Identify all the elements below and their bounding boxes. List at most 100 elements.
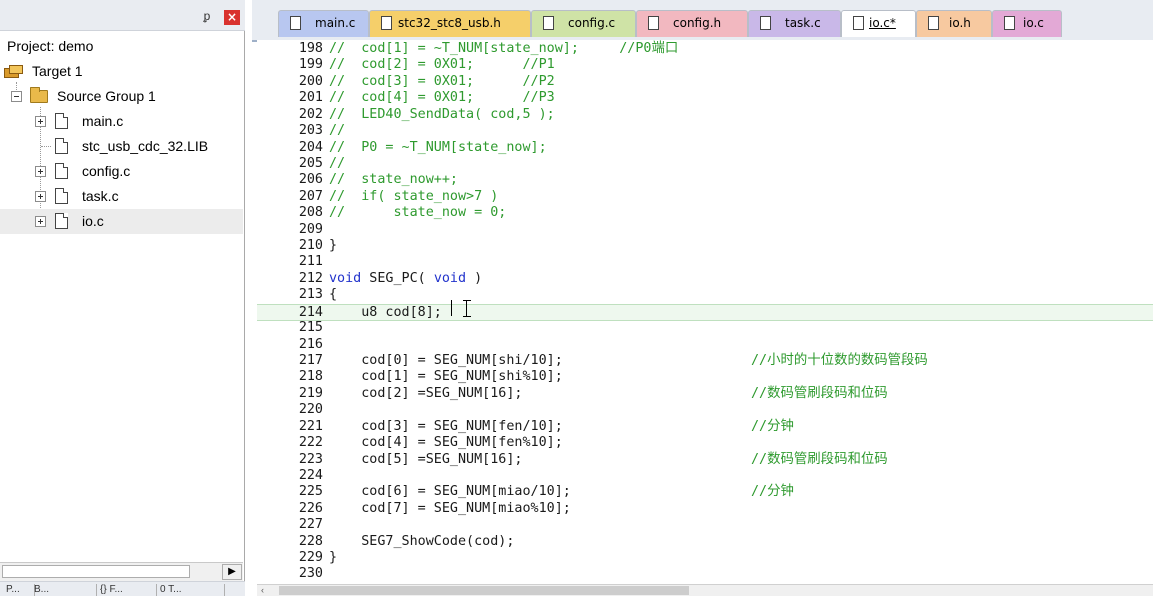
line-number: 228 <box>298 533 323 549</box>
code-text: u8 cod[8]; <box>329 304 442 320</box>
file-icon <box>55 138 68 154</box>
editor-scrollbar[interactable]: ‹ <box>257 584 1153 596</box>
code-line[interactable]: 223 cod[5] =SEG_NUM[16]; //数码管刷段码和位码 <box>257 452 1153 468</box>
code-text: // P0 = ~T_NUM[state_now]; <box>329 139 547 155</box>
tab-main-c[interactable]: main.c <box>278 10 369 37</box>
panel-tab-functions[interactable]: {} F... <box>96 584 157 596</box>
scrollbar-thumb[interactable] <box>2 565 190 578</box>
line-number: 198 <box>298 41 323 56</box>
tree-item-source-group[interactable]: Source Group 1 <box>0 84 243 109</box>
code-line[interactable]: 209 <box>257 222 1153 238</box>
code-line[interactable]: 224 <box>257 468 1153 484</box>
expand-icon[interactable] <box>35 166 46 177</box>
code-text: // cod[1] = ~T_NUM[state_now]; //P0端口 <box>329 41 679 56</box>
code-line[interactable]: 227 <box>257 517 1153 533</box>
file-icon <box>1004 16 1015 30</box>
editor-left-edge <box>245 0 257 595</box>
close-panel-button[interactable]: × <box>224 10 240 25</box>
code-line[interactable]: 221 cod[3] = SEG_NUM[fen/10]; //分钟 <box>257 419 1153 435</box>
code-line[interactable]: 206 // state_now++; <box>257 172 1153 188</box>
tab-io-h[interactable]: io.h <box>916 10 992 37</box>
scroll-left-arrow-icon[interactable]: ‹ <box>261 585 273 596</box>
panel-tab-templates[interactable]: 0 T... <box>156 584 225 596</box>
tab-config-h[interactable]: config.h <box>636 10 748 37</box>
code-line[interactable]: 219 cod[2] =SEG_NUM[16]; //数码管刷段码和位码 <box>257 386 1153 402</box>
tab-io-c-modified[interactable]: io.c* <box>841 10 916 37</box>
tree-item-file[interactable]: stc_usb_cdc_32.LIB <box>0 134 243 159</box>
code-line[interactable]: 226 cod[7] = SEG_NUM[miao%10]; <box>257 501 1153 517</box>
code-text: // state_now = 0; <box>329 205 507 221</box>
tree-item-file[interactable]: io.c <box>0 209 243 234</box>
file-icon <box>381 16 392 30</box>
code-line[interactable]: 198 // cod[1] = ~T_NUM[state_now]; //P0端口 <box>257 41 1153 57</box>
pin-icon[interactable]: ᵱ <box>201 10 213 22</box>
tree-item-file[interactable]: config.c <box>0 159 243 184</box>
code-text: cod[5] =SEG_NUM[16]; <box>329 451 523 467</box>
tab-label: config.c <box>568 16 616 30</box>
code-text: // cod[2] = 0X01; //P1 <box>329 57 555 73</box>
code-editor[interactable]: 198 // cod[1] = ~T_NUM[state_now]; //P0端口… <box>257 40 1153 584</box>
code-line[interactable]: 202 // LED40_SendData( cod,5 ); <box>257 107 1153 123</box>
code-text: // <box>329 155 346 171</box>
tab-task-c[interactable]: task.c <box>748 10 841 37</box>
code-line[interactable]: 215 <box>257 320 1153 336</box>
code-line[interactable]: 214 u8 cod[8]; <box>257 303 1153 321</box>
code-line[interactable]: 203 // <box>257 123 1153 139</box>
tab-label: stc32_stc8_usb.h <box>398 16 501 30</box>
file-icon <box>55 213 68 229</box>
code-line[interactable]: 216 <box>257 337 1153 353</box>
code-line[interactable]: 213 { <box>257 287 1153 303</box>
file-icon <box>760 16 771 30</box>
tab-stc32-stc8-usb-h[interactable]: stc32_stc8_usb.h <box>369 10 531 37</box>
panel-tab-books[interactable]: B... <box>30 584 97 596</box>
line-number: 200 <box>298 73 323 89</box>
code-line[interactable]: 205 // <box>257 156 1153 172</box>
code-line[interactable]: 212 void SEG_PC( void ) <box>257 271 1153 287</box>
code-line[interactable]: 225 cod[6] = SEG_NUM[miao/10]; //分钟 <box>257 484 1153 500</box>
project-panel-tabs: P... B... {} F... 0 T... <box>0 581 245 596</box>
project-panel-scrollbar[interactable]: ▶ <box>0 562 243 581</box>
line-number: 199 <box>298 57 323 73</box>
expand-icon[interactable] <box>35 116 46 127</box>
code-line[interactable]: 228 SEG7_ShowCode(cod); <box>257 534 1153 550</box>
code-text: cod[7] = SEG_NUM[miao%10]; <box>329 500 571 516</box>
line-number: 213 <box>298 287 323 303</box>
code-line[interactable]: 229} <box>257 550 1153 566</box>
code-line[interactable]: 199 // cod[2] = 0X01; //P1 <box>257 57 1153 73</box>
scrollbar-thumb[interactable] <box>279 586 689 595</box>
code-line[interactable]: 201 // cod[4] = 0X01; //P3 <box>257 90 1153 106</box>
code-line[interactable]: 211 <box>257 254 1153 270</box>
tab-config-c[interactable]: config.c <box>531 10 636 37</box>
code-line[interactable]: 204 // P0 = ~T_NUM[state_now]; <box>257 140 1153 156</box>
tree-item-target[interactable]: Target 1 <box>0 59 243 84</box>
expand-icon[interactable] <box>35 216 46 227</box>
line-number: 222 <box>298 435 323 451</box>
code-line[interactable]: 207 // if( state_now>7 ) <box>257 189 1153 205</box>
code-comment: //小时的十位数的数码管段码 <box>751 352 928 368</box>
tree-item-file[interactable]: main.c <box>0 109 243 134</box>
code-line[interactable]: 230 <box>257 566 1153 582</box>
target-icon <box>4 65 24 78</box>
scroll-right-arrow-icon[interactable]: ▶ <box>222 564 242 580</box>
code-line[interactable]: 222 cod[4] = SEG_NUM[fen%10]; <box>257 435 1153 451</box>
line-number: 221 <box>298 418 323 434</box>
line-number: 215 <box>298 320 323 336</box>
tree-item-file[interactable]: task.c <box>0 184 243 209</box>
code-line[interactable]: 208 // state_now = 0; <box>257 205 1153 221</box>
text-caret <box>451 300 452 316</box>
code-line[interactable]: 200 // cod[3] = 0X01; //P2 <box>257 74 1153 90</box>
collapse-icon[interactable] <box>11 91 22 102</box>
tree-item-label: main.c <box>82 113 124 129</box>
line-number: 202 <box>298 106 323 122</box>
code-line[interactable]: 217 cod[0] = SEG_NUM[shi/10]; //小时的十位数的数码… <box>257 353 1153 369</box>
code-line[interactable]: 218 cod[1] = SEG_NUM[shi%10]; <box>257 369 1153 385</box>
line-number: 208 <box>298 205 323 221</box>
line-number: 227 <box>298 517 323 533</box>
tree-line <box>41 146 51 147</box>
expand-icon[interactable] <box>35 191 46 202</box>
tab-io-c[interactable]: io.c <box>992 10 1062 37</box>
code-line[interactable]: 210} <box>257 238 1153 254</box>
tab-label: config.h <box>673 16 722 30</box>
tree-item-label: task.c <box>82 188 119 204</box>
code-line[interactable]: 220 <box>257 402 1153 418</box>
